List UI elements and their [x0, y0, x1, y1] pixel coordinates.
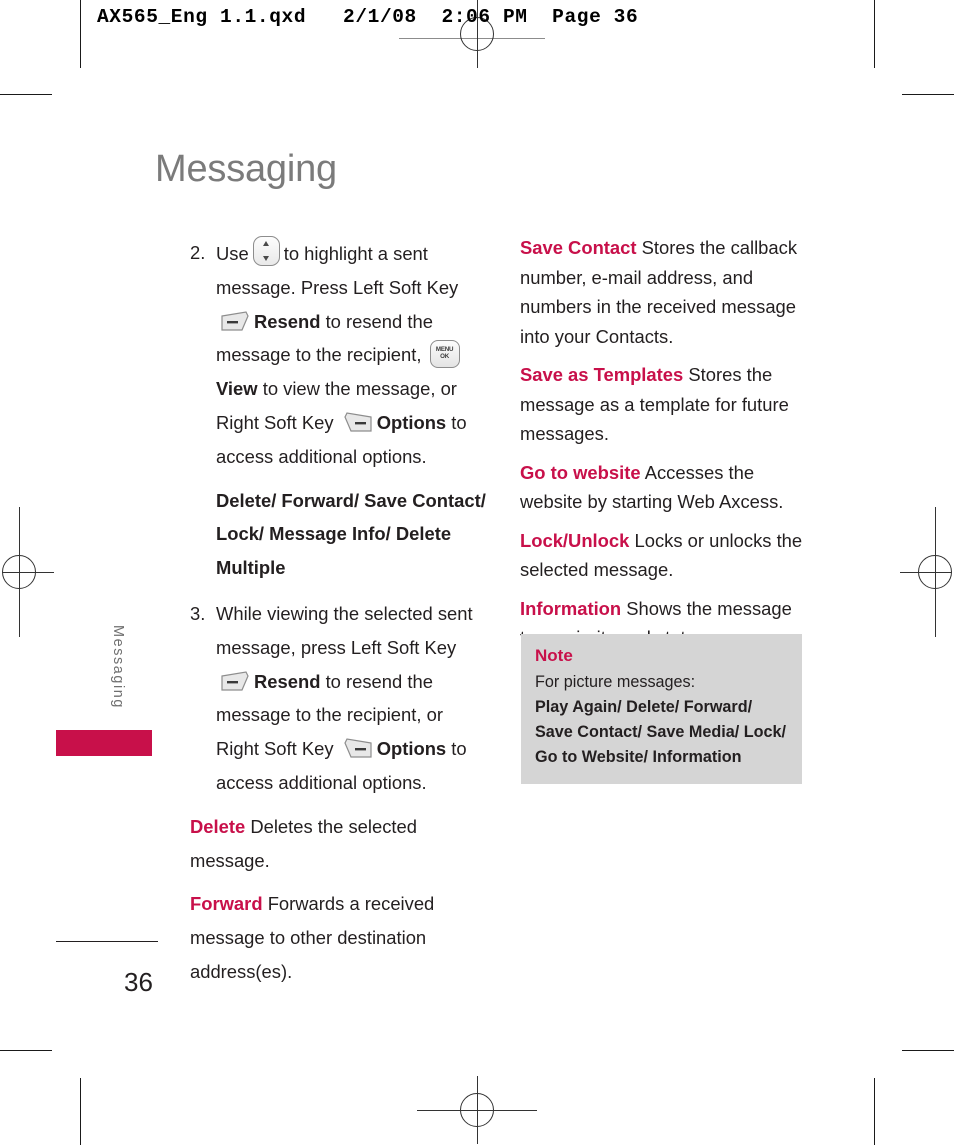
definition-lock-unlock-term: Lock/Unlock: [520, 529, 630, 551]
left-soft-key-icon: [220, 310, 250, 332]
step-2-options-list: Delete/ Forward/ Save Contact/ Lock/ Mes…: [216, 489, 486, 579]
definition-forward: Forward Forwards a received message to o…: [190, 887, 486, 988]
crop-mark-bottom-right-horizontal: [902, 1050, 954, 1051]
note-list-line-2: Save Contact/ Save Media/ Lock/: [535, 723, 787, 741]
definition-lock-unlock: Lock/Unlock Locks or unlocks the selecte…: [520, 526, 812, 585]
definition-forward-term: Forward: [190, 893, 263, 915]
note-title: Note: [535, 646, 573, 665]
crop-mark-top-left-horizontal: [0, 94, 52, 95]
definition-information-term: Information: [520, 597, 622, 619]
side-tab-label: Messaging: [110, 625, 126, 709]
left-soft-key-icon: [220, 670, 250, 692]
definition-delete: Delete Deletes the selected message.: [190, 810, 486, 878]
step-2-text-1: Use: [216, 243, 249, 264]
right-soft-key-icon: [343, 737, 373, 759]
definition-save-contact-term: Save Contact: [520, 237, 637, 258]
step-2: 2. Use to highlight a sent message. Press …: [190, 236, 486, 474]
step-2-bold-resend: Resend: [254, 310, 321, 332]
step-3-bold-options: Options: [376, 738, 447, 760]
crop-mark-bottom-left-horizontal: [0, 1050, 52, 1051]
menu-ok-key-icon: MENU OK: [429, 340, 460, 369]
definition-save-contact: Save Contact Stores the callback number,…: [520, 233, 812, 351]
side-tab-marker: [56, 730, 152, 756]
left-column: 2. Use to highlight a sent message. Press …: [190, 236, 486, 992]
step-3-text-1: While viewing the selected sent message,…: [216, 602, 473, 658]
crop-mark-bottom-left-vertical: [80, 1078, 81, 1145]
step-3-number: 3.: [190, 602, 206, 624]
right-soft-key-icon: [343, 411, 373, 433]
note-list-line-1: Play Again/ Delete/ Forward/: [535, 698, 753, 716]
step-3: 3. While viewing the selected sent messag…: [190, 597, 486, 800]
note-lead: For picture messages:: [535, 673, 696, 691]
crop-mark-top-right-vertical: [874, 0, 875, 68]
definition-save-as-templates-term: Save as Templates: [520, 364, 684, 385]
definition-go-to-website: Go to website Accesses the website by st…: [520, 458, 812, 517]
footer-rule: [56, 941, 158, 942]
page-title: Messaging: [155, 148, 337, 190]
menu-key-label-2: OK: [440, 353, 450, 361]
right-column: Save Contact Stores the callback number,…: [520, 233, 812, 662]
note-box: Note For picture messages: Play Again/ D…: [521, 634, 802, 784]
crop-mark-bottom-right-vertical: [874, 1078, 875, 1145]
crop-mark-top-left-vertical: [80, 0, 81, 68]
step-2-bold-options: Options: [376, 411, 447, 433]
step-2-bold-view: View: [216, 378, 258, 400]
note-list-line-3: Go to Website/ Information: [535, 748, 742, 766]
crop-mark-top-right-horizontal: [902, 94, 954, 95]
page-number: 36: [124, 967, 153, 997]
definition-go-to-website-term: Go to website: [520, 461, 641, 483]
step-3-bold-resend: Resend: [254, 670, 321, 692]
menu-key-label-1: MENU: [435, 346, 454, 354]
definition-delete-term: Delete: [190, 815, 246, 837]
nav-key-icon: [252, 236, 280, 266]
printer-slug: AX565_Eng 1.1.qxd 2/1/08 2:06 PM Page 36: [97, 6, 639, 28]
definition-save-as-templates: Save as Templates Stores the message as …: [520, 360, 812, 449]
step-2-number: 2.: [190, 242, 206, 263]
